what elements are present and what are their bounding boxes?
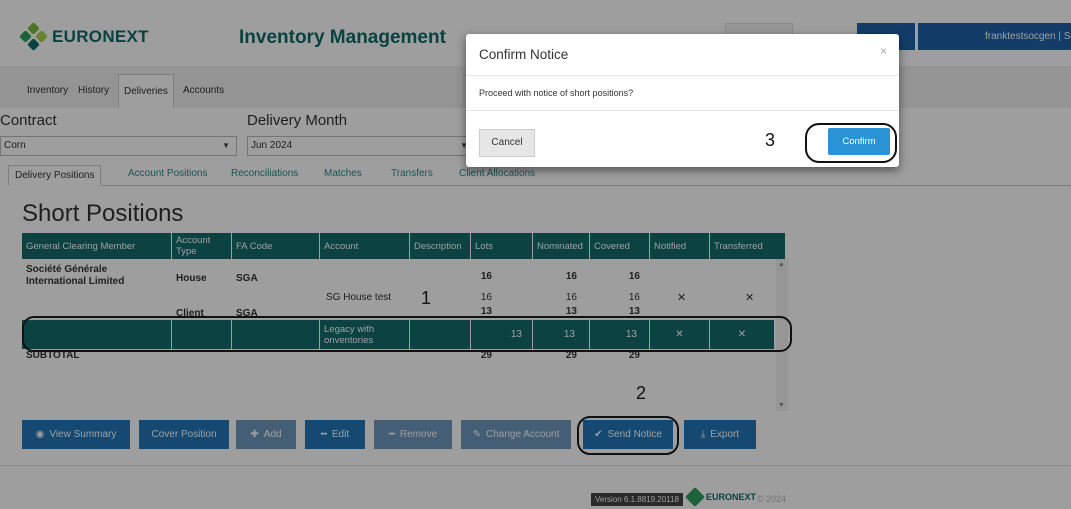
annotation-number: 1 <box>421 288 432 308</box>
confirm-notice-dialog: Confirm Notice × Proceed with notice of … <box>466 34 899 167</box>
dialog-title: Confirm Notice <box>479 47 569 62</box>
dialog-divider <box>466 110 899 111</box>
annotation-number: 2 <box>636 383 647 403</box>
annotation-number: 3 <box>765 130 776 150</box>
close-icon[interactable]: × <box>880 44 887 58</box>
dialog-header: Confirm Notice × <box>466 34 899 76</box>
dialog-message: Proceed with notice of short positions? <box>479 88 634 98</box>
confirm-button[interactable]: Confirm <box>828 128 890 155</box>
cancel-button[interactable]: Cancel <box>479 129 535 157</box>
